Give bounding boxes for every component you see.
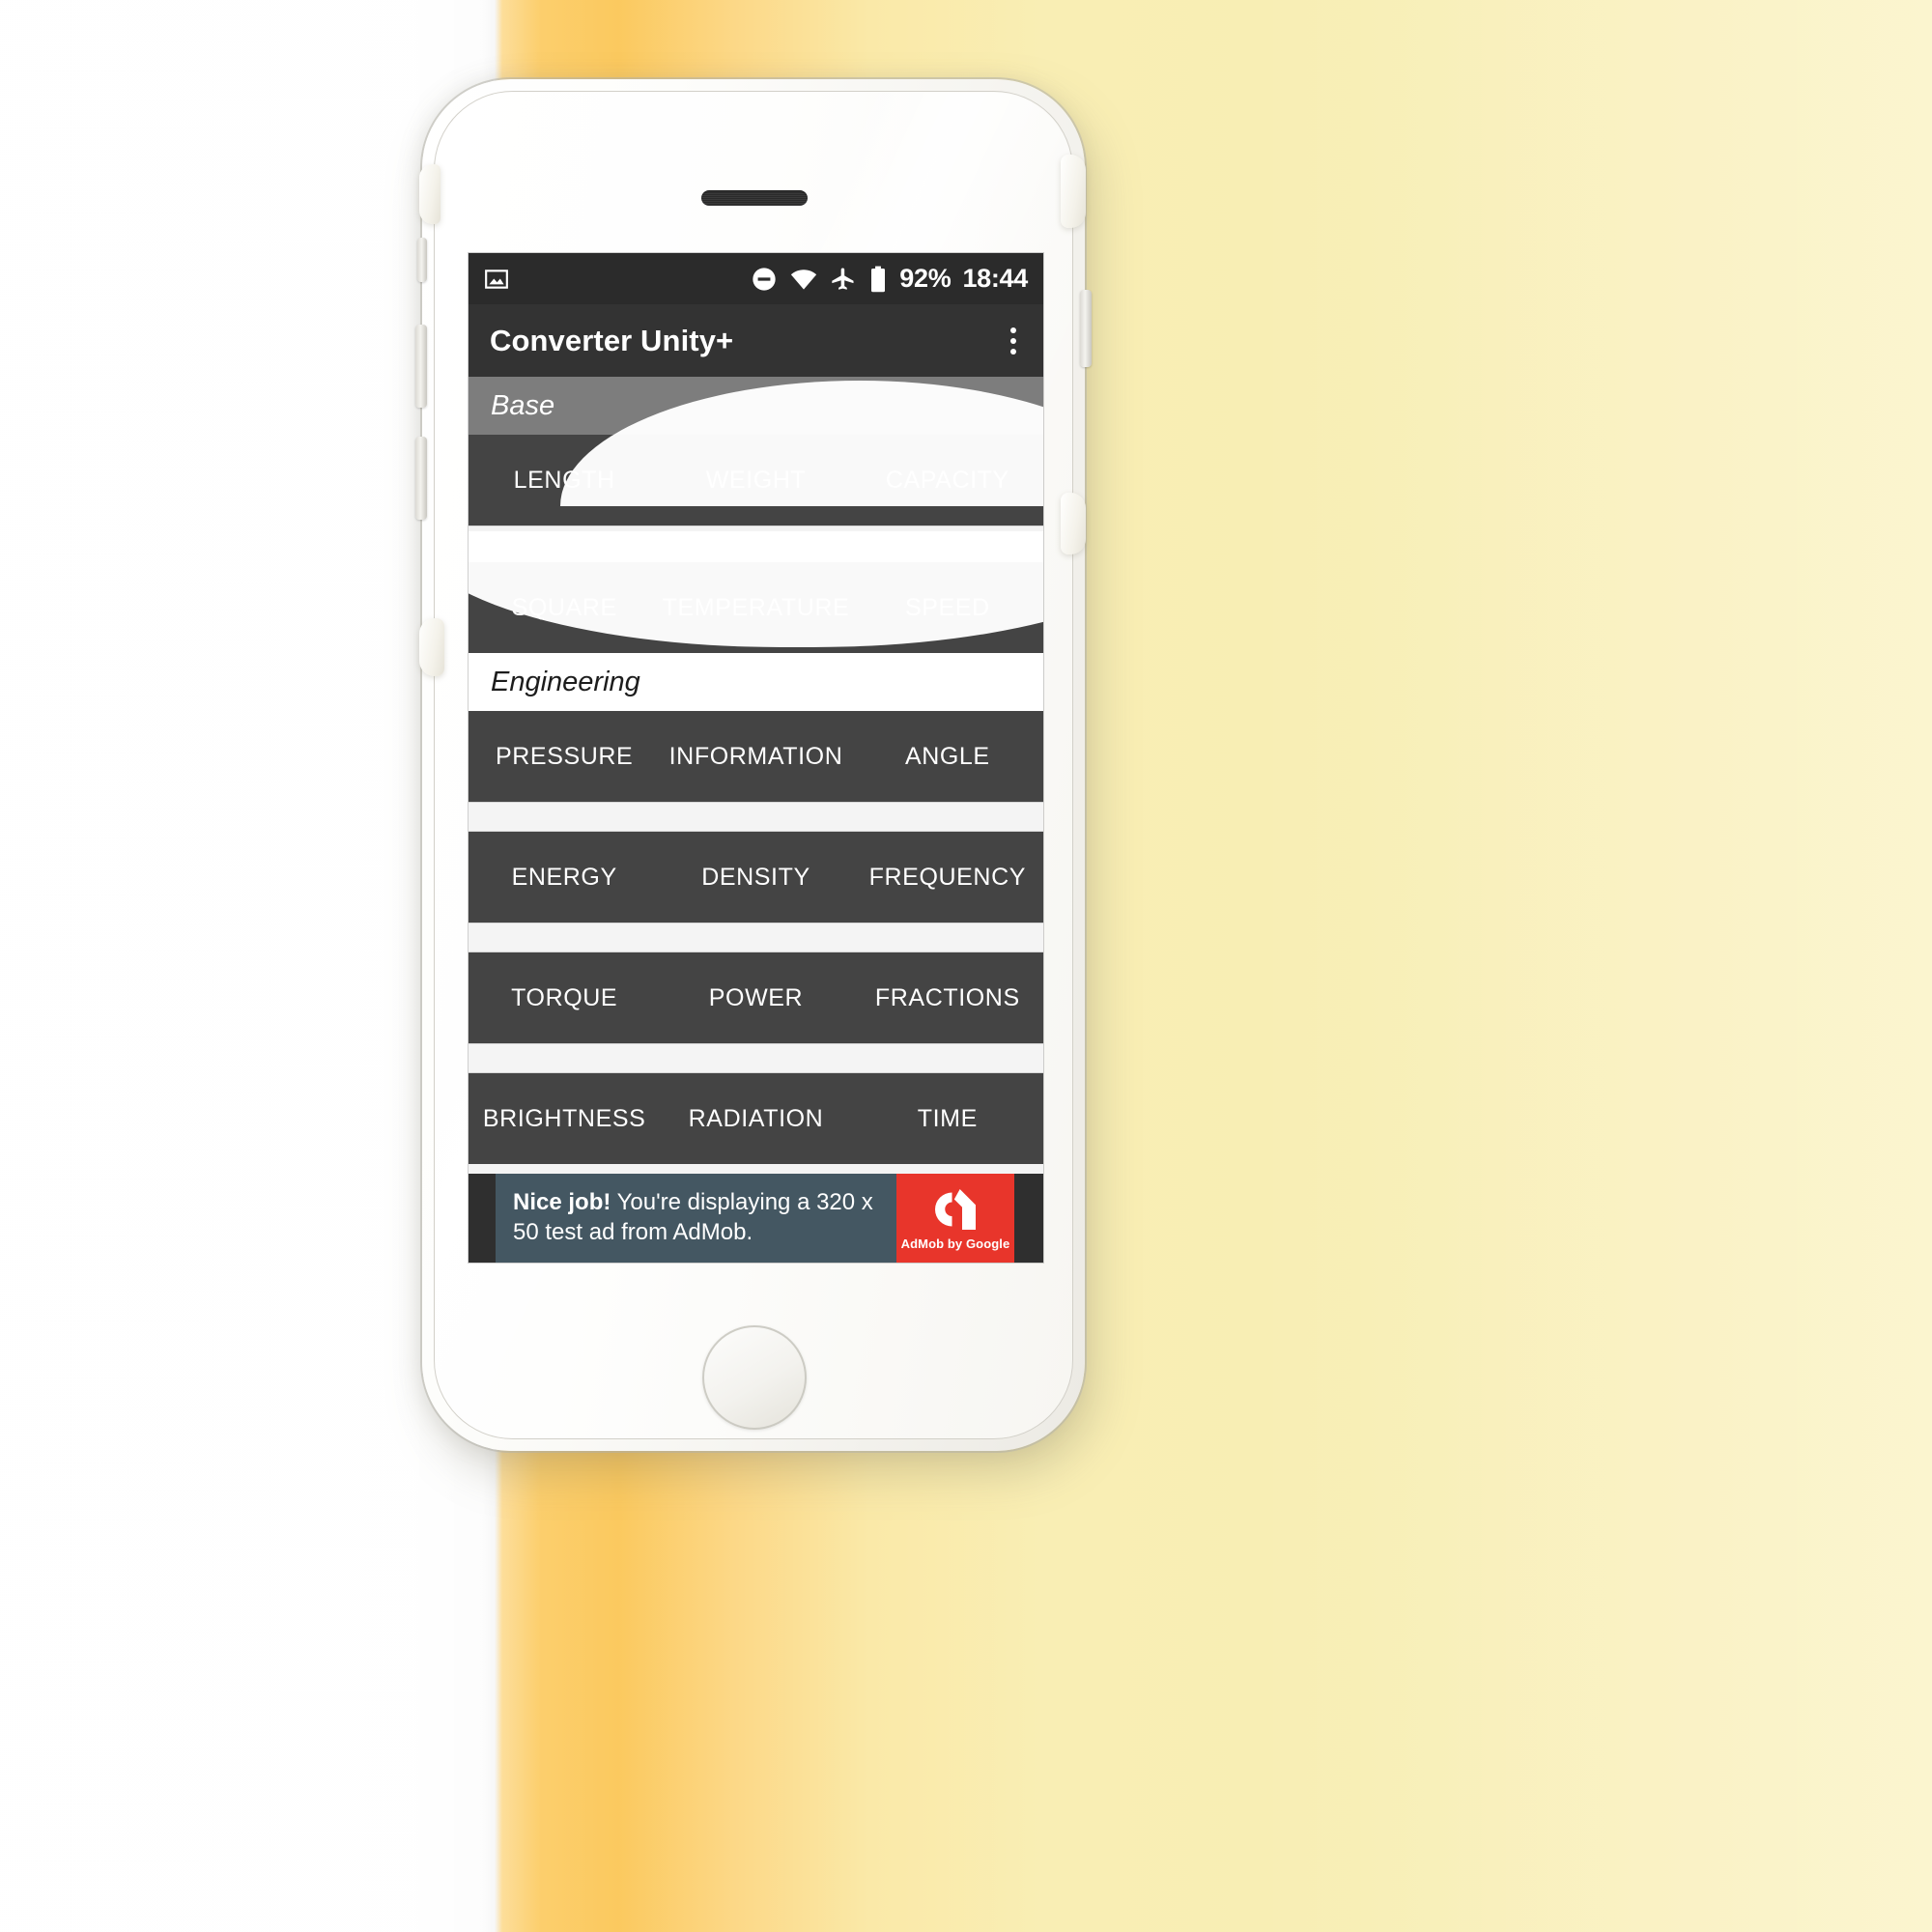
overflow-dot-1 [1010,327,1016,333]
section-header-base: Base [469,377,1043,435]
category-button-power[interactable]: POWER [660,985,851,1010]
category-button-temperature[interactable]: TEMPERATURE [660,595,851,620]
battery-percent: 92% [899,264,952,293]
category-row-1: LENGTH WEIGHT CAPACITY [469,435,1043,526]
category-button-capacity[interactable]: CAPACITY [852,468,1043,493]
category-button-speed[interactable]: SPEED [852,595,1043,620]
airplane-mode-icon [830,266,857,293]
row-divider-2 [469,802,1043,832]
overflow-dot-2 [1010,337,1016,344]
ad-content[interactable]: Nice job! You're displaying a 320 x 50 t… [496,1174,896,1263]
section-header-engineering: Engineering [469,653,1043,711]
home-button[interactable] [702,1325,807,1430]
silent-switch[interactable] [417,238,427,282]
category-button-square[interactable]: SQUARE [469,595,660,620]
ad-right-spacer [1014,1174,1043,1263]
status-bar-left [484,267,509,292]
case-bump-right-top [1061,155,1086,228]
status-bar: 92% 18:44 [469,253,1043,304]
case-bump-right-bottom [1061,493,1086,554]
battery-icon [868,266,888,293]
status-bar-right: 92% 18:44 [751,266,1028,293]
category-row-6: BRIGHTNESS RADIATION TIME [469,1073,1043,1164]
category-button-density[interactable]: DENSITY [660,865,851,890]
admob-logo-text: AdMob by Google [900,1236,1010,1251]
phone-screen: 92% 18:44 Converter Unity+ Base LENGTH W… [469,253,1043,1263]
overflow-dot-3 [1010,348,1016,355]
category-button-energy[interactable]: ENERGY [469,865,660,890]
category-row-5: TORQUE POWER FRACTIONS [469,952,1043,1043]
category-row-3: PRESSURE INFORMATION ANGLE [469,711,1043,802]
category-button-frequency[interactable]: FREQUENCY [852,865,1043,890]
case-bump-left-bottom [419,618,444,676]
volume-down-button[interactable] [415,437,427,520]
page-title: Converter Unity+ [490,323,734,357]
category-button-brightness[interactable]: BRIGHTNESS [469,1106,660,1131]
row-divider-1 [469,526,1043,562]
category-button-angle[interactable]: ANGLE [852,744,1043,769]
ad-left-spacer [469,1174,496,1263]
category-button-weight[interactable]: WEIGHT [660,468,851,493]
category-button-time[interactable]: TIME [852,1106,1043,1131]
overflow-menu-icon[interactable] [1005,320,1022,362]
category-list[interactable]: Base LENGTH WEIGHT CAPACITY SQUARE TEMPE… [469,377,1043,1263]
category-button-fractions[interactable]: FRACTIONS [852,985,1043,1010]
case-bump-left-top [419,164,440,224]
category-button-pressure[interactable]: PRESSURE [469,744,660,769]
power-button[interactable] [1080,290,1092,367]
volume-up-button[interactable] [415,325,427,408]
row-divider-4 [469,1043,1043,1073]
category-button-radiation[interactable]: RADIATION [660,1106,851,1131]
admob-logo[interactable]: AdMob by Google [896,1174,1014,1263]
category-row-2: SQUARE TEMPERATURE SPEED [469,562,1043,653]
category-button-information[interactable]: INFORMATION [660,744,851,769]
image-icon [484,267,509,292]
clock: 18:44 [962,264,1028,293]
ad-headline: Nice job! [513,1189,611,1216]
admob-logo-icon [935,1188,976,1230]
app-bar: Converter Unity+ [469,304,1043,377]
wifi-icon [789,267,818,292]
category-row-4: ENERGY DENSITY FREQUENCY [469,832,1043,923]
earpiece-speaker-icon [701,190,808,206]
do-not-disturb-icon [751,266,778,293]
ad-text: Nice job! You're displaying a 320 x 50 t… [513,1188,881,1247]
row-divider-3 [469,923,1043,952]
category-button-torque[interactable]: TORQUE [469,985,660,1010]
ad-banner[interactable]: Nice job! You're displaying a 320 x 50 t… [469,1174,1043,1263]
category-button-length[interactable]: LENGTH [469,468,660,493]
